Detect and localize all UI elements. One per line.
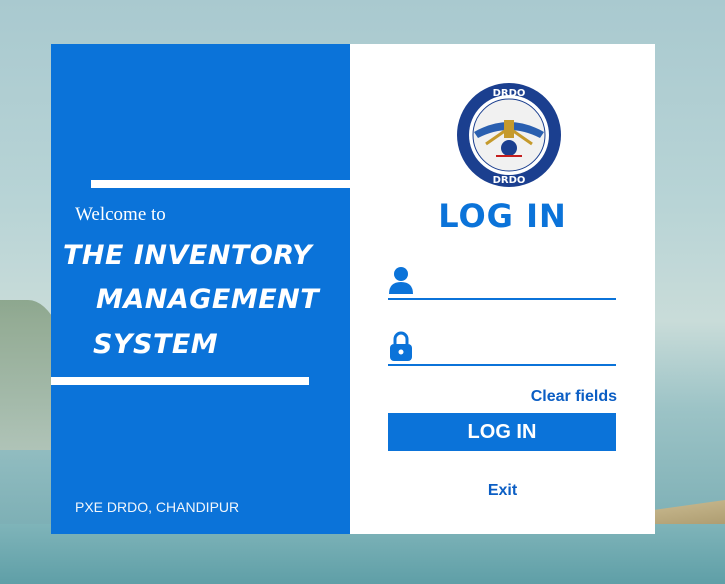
decorative-bar-top (91, 180, 350, 188)
app-title-line-3: SYSTEM (93, 329, 219, 360)
login-button[interactable]: LOG IN (388, 413, 616, 451)
login-window: Welcome to THE INVENTORY MANAGEMENT SYST… (51, 44, 655, 534)
lock-icon (390, 331, 412, 361)
welcome-text: Welcome to (75, 204, 166, 225)
exit-link[interactable]: Exit (350, 482, 655, 500)
logo-bottom-text: DRDO (493, 175, 526, 186)
app-title-line-2: MANAGEMENT (96, 284, 320, 315)
password-input[interactable] (420, 334, 614, 362)
decorative-bar-bottom (51, 377, 309, 385)
app-title-line-1: THE INVENTORY (63, 240, 313, 271)
password-field (388, 330, 616, 366)
drdo-logo-icon: DRDO DRDO (457, 83, 561, 187)
organization-footer: PXE DRDO, CHANDIPUR (75, 499, 240, 515)
username-field (388, 264, 616, 300)
user-icon (389, 267, 413, 294)
login-panel: DRDO DRDO LOG IN Clear fields LOG IN Exi… (350, 44, 655, 534)
clear-fields-link[interactable]: Clear fields (531, 388, 617, 406)
logo-top-text: DRDO (493, 88, 526, 99)
login-heading: LOG IN (438, 197, 567, 235)
username-input[interactable] (420, 268, 614, 296)
welcome-panel: Welcome to THE INVENTORY MANAGEMENT SYST… (51, 44, 350, 534)
